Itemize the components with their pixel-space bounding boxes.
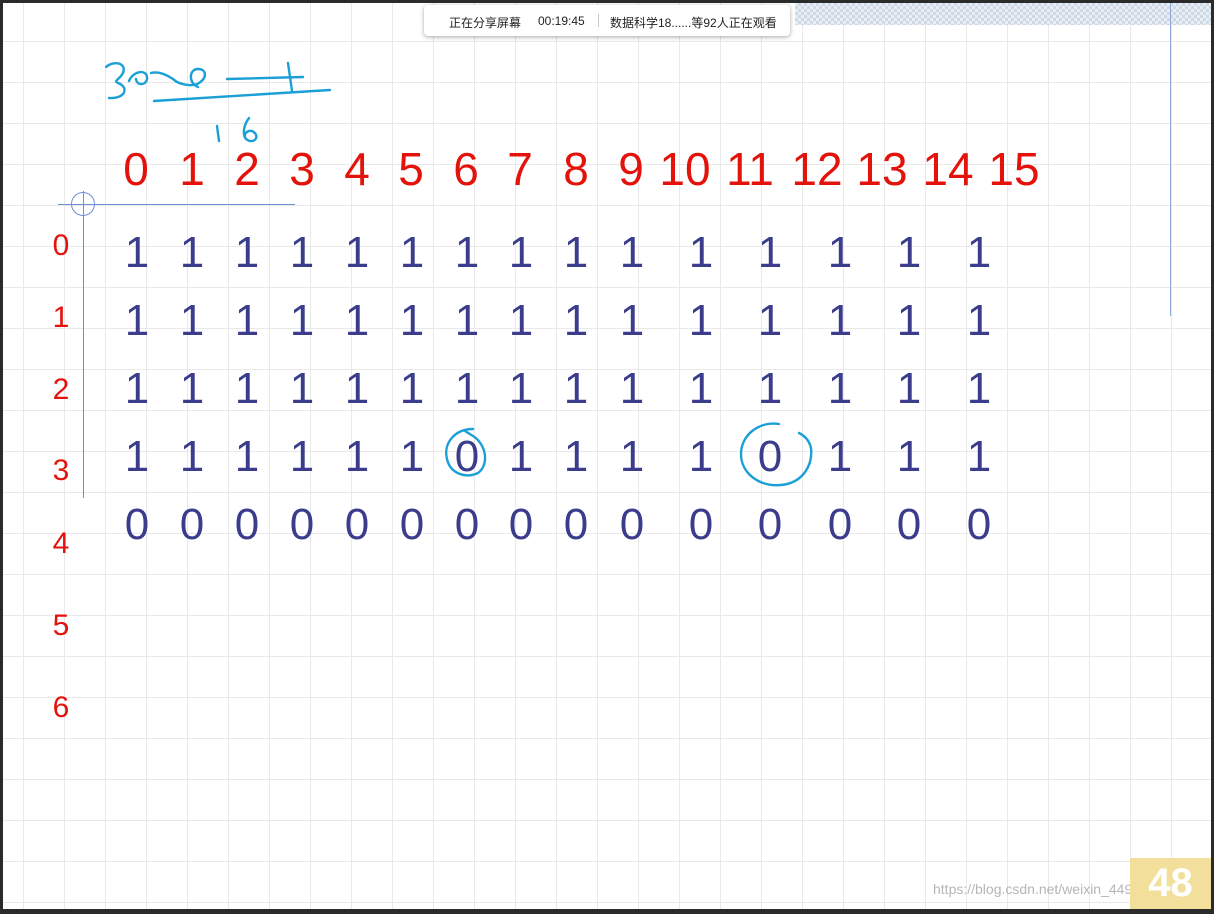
cell-circle-1 (445, 427, 487, 477)
ink-digit-1 (215, 124, 221, 143)
page-number-badge: 48 (1130, 858, 1211, 909)
ink-dash (225, 75, 305, 81)
ink-digit-6 (242, 116, 258, 143)
ink-digit-0 (149, 67, 207, 89)
whiteboard-slide: 正在分享屏幕 00:19:45 数据科学18......等92人正在观看 0 1… (3, 3, 1211, 909)
cell-circle-2 (739, 422, 813, 487)
ink-digit-0-small (127, 70, 149, 86)
handwritten-annotations (104, 61, 813, 487)
ink-fraction-bar (152, 88, 332, 103)
ink-digit-3 (104, 61, 126, 100)
